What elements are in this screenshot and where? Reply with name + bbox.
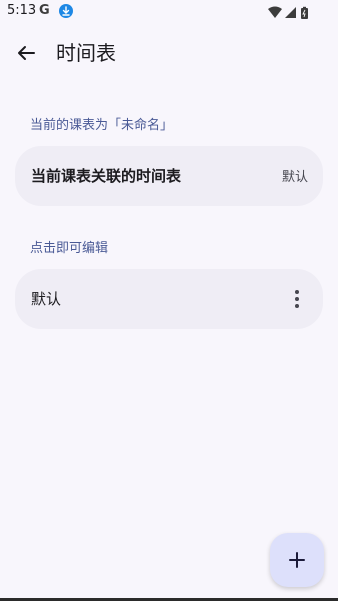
wifi-icon [268, 6, 282, 18]
more-vert-icon [295, 290, 299, 308]
status-icons [268, 5, 314, 19]
timetable-list-item[interactable]: 默认 [15, 269, 323, 329]
linked-timetable-value: 默认 [281, 170, 308, 185]
plus-icon [289, 552, 305, 568]
signal-icon [285, 7, 296, 18]
linked-timetable-card[interactable]: 当前课表关联的时间表 默认 [15, 146, 323, 206]
status-time: 5:13 [7, 3, 37, 18]
download-icon [59, 4, 73, 18]
status-bar: 5:13 G [0, 0, 338, 24]
back-button[interactable] [12, 39, 40, 67]
battery-icon [301, 6, 308, 19]
current-schedule-header: 当前的课表为「未命名」 [30, 118, 174, 133]
google-icon: G [39, 3, 50, 18]
add-timetable-button[interactable] [270, 533, 324, 587]
linked-timetable-title: 当前课表关联的时间表 [31, 167, 182, 185]
arrow-back-icon [18, 46, 35, 60]
more-options-button[interactable] [285, 287, 309, 311]
edit-hint-header: 点击即可编辑 [30, 241, 109, 256]
page-title: 时间表 [56, 41, 116, 65]
timetable-item-label: 默认 [31, 290, 62, 308]
